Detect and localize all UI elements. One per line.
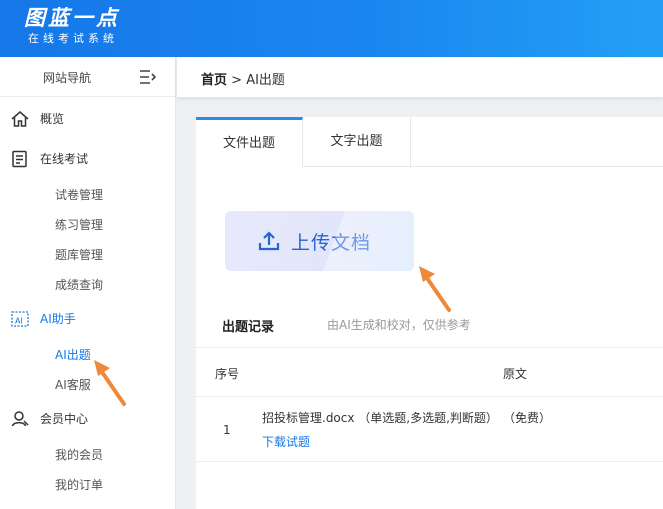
records-note: 由AI生成和校对，仅供参考 — [327, 318, 471, 332]
breadcrumb-current: AI出题 — [246, 73, 285, 88]
table-header: 序号 原文 — [196, 347, 663, 397]
sidebar-header: 网站导航 — [0, 57, 175, 97]
logo-subtitle: 在线考试系统 — [28, 32, 118, 45]
column-header-source: 原文 — [503, 367, 528, 381]
sidebar-item-member-center[interactable]: 会员中心 — [0, 403, 175, 433]
sidebar-subitem-ai-questions[interactable]: AI出题 — [55, 346, 91, 363]
upload-icon — [258, 231, 280, 251]
row-index: 1 — [223, 423, 231, 437]
sidebar-item-ai-assistant[interactable]: AI AI助手 — [0, 303, 175, 333]
sidebar-item-overview[interactable]: 概览 — [0, 103, 175, 133]
logo[interactable]: 图蓝一点 在线考试系统 — [24, 6, 120, 47]
sidebar-subitem-ai-service[interactable]: AI客服 — [55, 376, 91, 393]
table-row: 1 招投标管理.docx （单选题,多选题,判断题） 下载试题 （免费） — [196, 397, 663, 462]
download-questions-link[interactable]: 下载试题 — [262, 433, 310, 450]
upload-label: 上传文档 — [291, 232, 372, 254]
sidebar-subitem-question-bank[interactable]: 题库管理 — [55, 246, 103, 263]
top-bar: 首页 > AI出题 — [177, 57, 663, 97]
sidebar-subitem-my-orders[interactable]: 我的订单 — [55, 476, 103, 493]
sidebar-subitem-paper-management[interactable]: 试卷管理 — [55, 186, 103, 203]
tab-file-questions[interactable]: 文件出题 — [196, 117, 303, 168]
sidebar-subitem-my-membership[interactable]: 我的会员 — [55, 446, 103, 463]
user-icon — [11, 411, 29, 427]
breadcrumb: 首页 > AI出题 — [201, 69, 285, 88]
sidebar-item-label: 会员中心 — [40, 412, 89, 426]
breadcrumb-separator: > — [231, 73, 243, 88]
logo-title: 图蓝一点 — [24, 6, 120, 30]
sidebar-subitem-score-query[interactable]: 成绩查询 — [55, 276, 103, 293]
top-banner: 图蓝一点 在线考试系统 — [0, 0, 663, 57]
menu-collapse-icon[interactable] — [139, 69, 157, 85]
ai-icon: AI — [11, 311, 29, 327]
row-file-name: 招投标管理.docx （单选题,多选题,判断题） — [262, 411, 498, 425]
sidebar-item-label: 概览 — [40, 112, 65, 126]
upload-document-button[interactable]: 上传文档 — [225, 211, 414, 271]
row-price: （免费） — [503, 411, 552, 425]
sidebar-header-label: 网站导航 — [43, 71, 92, 85]
home-icon — [11, 111, 29, 127]
column-header-index: 序号 — [215, 367, 240, 381]
tab-bar: 文件出题 文字出题 — [196, 117, 663, 168]
sidebar: 网站导航 概览 在线考试 试卷管理 练习管理 题库管理 成绩查询 AI AI助手… — [0, 57, 176, 509]
exam-icon — [12, 150, 27, 168]
sidebar-subitem-practice-management[interactable]: 练习管理 — [55, 216, 103, 233]
annotation-arrow-ai-questions — [94, 360, 126, 406]
sidebar-item-online-exam[interactable]: 在线考试 — [0, 143, 175, 173]
annotation-arrow-upload — [419, 266, 451, 312]
sidebar-item-label: 在线考试 — [40, 152, 89, 166]
tab-text-questions[interactable]: 文字出题 — [303, 117, 411, 168]
records-title: 出题记录 — [222, 320, 275, 335]
sidebar-item-label: AI助手 — [40, 312, 76, 326]
svg-text:AI: AI — [15, 317, 23, 326]
breadcrumb-home[interactable]: 首页 — [201, 73, 227, 88]
